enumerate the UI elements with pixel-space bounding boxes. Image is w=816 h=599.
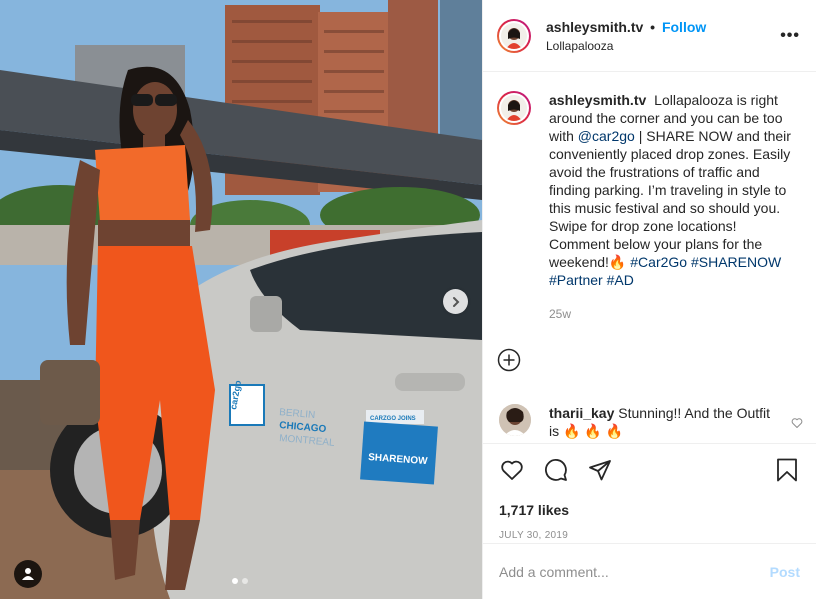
location-link[interactable]: Lollapalooza (546, 39, 780, 53)
avatar[interactable] (497, 18, 531, 53)
save-button[interactable] (774, 457, 800, 483)
heart-outline-icon (791, 418, 803, 428)
likes-count[interactable]: 1,717 likes (499, 502, 800, 518)
more-options-button[interactable]: ••• (780, 27, 800, 45)
commenter-username[interactable]: tharii_kay (549, 405, 614, 421)
carousel-indicator (232, 578, 248, 584)
comment-input[interactable] (499, 563, 770, 580)
caption-avatar[interactable] (497, 91, 531, 125)
header-username[interactable]: ashleysmith.tv (546, 19, 643, 35)
comment-button[interactable] (543, 457, 569, 483)
tagged-users-button[interactable] (14, 560, 42, 588)
mention-link[interactable]: @car2go (578, 128, 635, 144)
heart-icon (501, 460, 523, 480)
hashtag-link[interactable]: #AD (607, 272, 634, 288)
caption-username[interactable]: ashleysmith.tv (549, 92, 646, 108)
post-actions: 1,717 likes JULY 30, 2019 (483, 443, 816, 541)
paper-plane-icon (589, 460, 611, 481)
comment-icon (545, 459, 567, 481)
photo-scene: car2goBERLINCHICAGOMONTREALCARZGO JOINSS… (0, 0, 482, 599)
caption-timestamp: 25w (549, 307, 572, 321)
caption: ashleysmith.tv Lollapalooza is right aro… (483, 73, 816, 323)
comment-item: tharii_kay Stunning!! And the Outfit is … (499, 404, 803, 440)
chevron-right-icon (452, 296, 459, 307)
post-details-panel: ashleysmith.tv • Follow Lollapalooza •••… (482, 0, 816, 599)
post-date: JULY 30, 2019 (499, 530, 569, 541)
post-header: ashleysmith.tv • Follow Lollapalooza ••• (483, 0, 816, 72)
post-comment-button[interactable]: Post (770, 564, 800, 580)
hashtag-link[interactable]: #SHARENOW (691, 254, 781, 270)
carousel-dot (242, 578, 248, 584)
avatar-image (501, 22, 527, 49)
post-photo[interactable]: car2go BERLIN CHICAGO MONTREAL CARZGO JOINS S… (0, 0, 482, 599)
follow-button[interactable]: Follow (662, 19, 706, 35)
comment-text: tharii_kay Stunning!! And the Outfit is … (549, 404, 771, 440)
bookmark-icon (777, 458, 797, 482)
plus-circle-icon (497, 348, 521, 372)
load-more-comments-button[interactable] (497, 348, 521, 372)
caption-text: ashleysmith.tv Lollapalooza is right aro… (549, 91, 799, 323)
next-photo-button[interactable] (443, 289, 468, 314)
comment-composer: Post (483, 543, 816, 599)
hashtag-link[interactable]: #Car2Go (630, 254, 687, 270)
like-comment-button[interactable] (791, 416, 803, 432)
separator-bullet: • (650, 18, 656, 35)
commenter-avatar[interactable] (499, 404, 531, 436)
user-icon (22, 568, 34, 580)
hashtag-link[interactable]: #Partner (549, 272, 603, 288)
avatar-image (501, 95, 527, 121)
car-badge-caption: CARZGO JOINS (370, 416, 416, 422)
like-button[interactable] (499, 457, 525, 483)
caption-part2: | SHARE NOW and their conveniently place… (549, 128, 791, 270)
share-button[interactable] (587, 457, 613, 483)
comments-section: ashleysmith.tv Lollapalooza is right aro… (483, 73, 816, 443)
carousel-dot (232, 578, 238, 584)
